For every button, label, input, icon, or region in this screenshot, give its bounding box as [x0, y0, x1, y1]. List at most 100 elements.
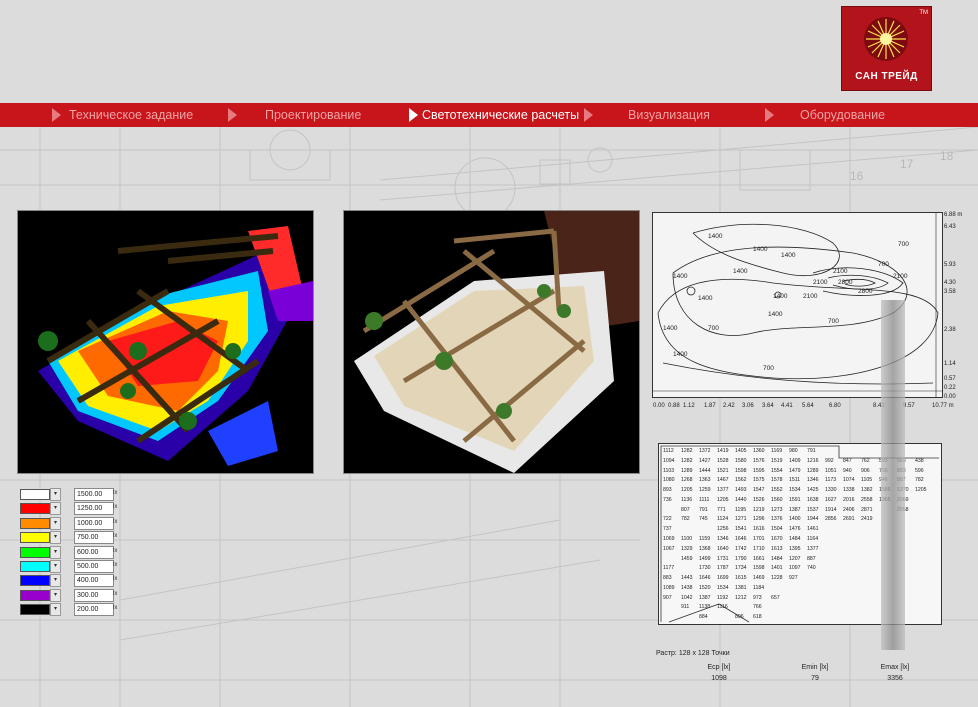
- grid-value: 1476: [789, 526, 801, 533]
- stat-avg-value: 1098: [711, 675, 727, 682]
- x-tick-label: 3.64: [762, 403, 774, 409]
- false-color-render[interactable]: [17, 210, 314, 474]
- grid-value: 1554: [771, 467, 783, 474]
- grid-value: 1526: [753, 496, 765, 503]
- legend-unit: lx: [113, 504, 118, 511]
- nav-arrow-icon: [52, 108, 61, 122]
- grid-value: 1944: [807, 516, 819, 523]
- grid-value: 1042: [681, 594, 693, 601]
- grid-value: 1387: [789, 506, 801, 513]
- chevron-down-icon[interactable]: ▾: [50, 588, 61, 602]
- grid-value: 1499: [699, 555, 711, 562]
- nav-item-lighting-calc[interactable]: Светотехнические расчеты: [422, 103, 579, 127]
- grid-value: 1484: [771, 555, 783, 562]
- grid-value: 1377: [807, 545, 819, 552]
- grid-value: 1730: [699, 565, 711, 572]
- legend-value-field[interactable]: 400.00: [74, 574, 114, 588]
- grid-value: 1519: [771, 457, 783, 464]
- legend-unit: lx: [113, 533, 118, 540]
- color-swatch[interactable]: [20, 560, 50, 572]
- grid-value: 1067: [663, 545, 675, 552]
- chevron-down-icon[interactable]: ▾: [50, 516, 61, 530]
- grid-value: 1598: [735, 467, 747, 474]
- grid-value: 1330: [825, 487, 837, 494]
- x-tick-label: 5.64: [802, 403, 814, 409]
- legend-value-field[interactable]: 750.00: [74, 531, 114, 545]
- grid-value: 806: [735, 614, 744, 621]
- grid-value: 1493: [735, 487, 747, 494]
- legend-value-field[interactable]: 500.00: [74, 559, 114, 573]
- color-swatch[interactable]: [20, 589, 50, 601]
- chevron-down-icon[interactable]: ▾: [50, 559, 61, 573]
- grid-value: 1124: [717, 516, 729, 523]
- grid-value: 1419: [717, 448, 729, 454]
- grid-value: 1289: [807, 467, 819, 474]
- grid-value: 1484: [789, 536, 801, 542]
- chevron-down-icon[interactable]: ▾: [50, 488, 61, 501]
- color-swatch[interactable]: [20, 517, 50, 529]
- grid-value: 906: [861, 467, 870, 474]
- y-tick-label: 4.30: [944, 280, 956, 286]
- legend-unit: lx: [113, 490, 118, 496]
- grid-value: 1787: [717, 565, 729, 572]
- grid-value: 1467: [717, 477, 729, 484]
- legend-value-field[interactable]: 1000.00: [74, 516, 114, 530]
- color-swatch[interactable]: [20, 604, 50, 616]
- grid-value: 1562: [735, 477, 747, 484]
- chevron-down-icon[interactable]: ▾: [50, 502, 61, 516]
- grid-value: 1461: [807, 526, 819, 533]
- grid-value: 1405: [735, 448, 747, 454]
- color-swatch[interactable]: [20, 503, 50, 515]
- grid-value: 1560: [771, 496, 783, 503]
- grid-value: 1282: [681, 457, 693, 464]
- color-swatch[interactable]: [20, 575, 50, 587]
- nav-item-visualization[interactable]: Визуализация: [628, 103, 710, 127]
- grid-value: 1425: [807, 487, 819, 494]
- chevron-down-icon[interactable]: ▾: [50, 545, 61, 559]
- grid-value: 1469: [753, 575, 765, 582]
- color-swatch[interactable]: [20, 532, 50, 544]
- grid-value: 782: [681, 516, 690, 523]
- contour-label: 700: [708, 325, 719, 332]
- grid-value: 807: [681, 506, 690, 513]
- chevron-down-icon[interactable]: ▾: [50, 574, 61, 588]
- nav-item-design[interactable]: Проектирование: [265, 103, 361, 127]
- stat-max-label: Emax [lx]: [880, 664, 910, 671]
- grid-value: 1427: [699, 457, 711, 464]
- grid-value: 1438: [681, 584, 693, 591]
- legend-value-field[interactable]: 600.00: [74, 545, 114, 559]
- legend-value-field[interactable]: 1500.00: [74, 488, 114, 501]
- realistic-render[interactable]: [343, 210, 640, 474]
- grid-value: 1479: [789, 467, 801, 474]
- san-trade-logo[interactable]: TM САН ТРЕЙД: [841, 6, 932, 91]
- grid-value: 1105: [861, 477, 873, 484]
- grid-value: 1273: [771, 506, 783, 513]
- color-swatch[interactable]: [20, 489, 50, 500]
- grid-value: 1164: [807, 536, 819, 542]
- chevron-down-icon[interactable]: ▾: [50, 531, 61, 545]
- chevron-down-icon[interactable]: ▾: [50, 603, 61, 617]
- grid-value: 722: [663, 516, 672, 523]
- grid-value: 893: [663, 487, 672, 494]
- grid-value: 1598: [753, 565, 765, 572]
- grid-value: 1521: [717, 467, 729, 474]
- legend-value-field[interactable]: 200.00: [74, 603, 114, 617]
- grid-value: 927: [789, 575, 798, 582]
- legend-row: ▾ 1000.00 lx: [17, 516, 117, 530]
- grid-value: 2419: [861, 516, 873, 523]
- grid-value: 1360: [753, 448, 765, 454]
- contour-label: 700: [828, 318, 839, 325]
- color-swatch[interactable]: [20, 546, 50, 558]
- grid-value: 1444: [699, 467, 711, 474]
- legend-value-field[interactable]: 1250.00: [74, 502, 114, 516]
- grid-value: 1699: [717, 575, 729, 582]
- nav-item-equipment[interactable]: Оборудование: [800, 103, 885, 127]
- svg-text:17: 17: [900, 157, 914, 171]
- nav-item-spec[interactable]: Техническое задание: [69, 103, 193, 127]
- nav-arrow-icon: [228, 108, 237, 122]
- grid-value: 1205: [915, 487, 927, 494]
- legend-value-field[interactable]: 300.00: [74, 588, 114, 602]
- grid-value: 1169: [771, 448, 783, 454]
- x-tick-label: 10.77 m: [932, 403, 954, 409]
- grid-value: 1216: [807, 457, 819, 464]
